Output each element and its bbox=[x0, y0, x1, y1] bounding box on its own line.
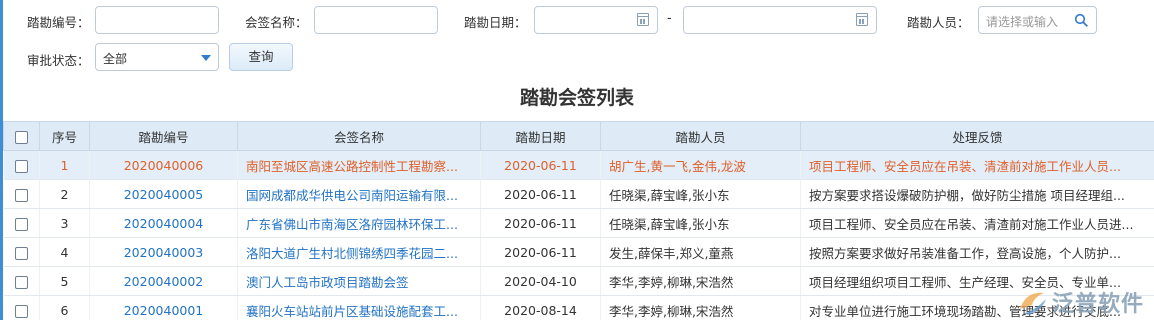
row-name-link[interactable]: 广东省佛山市南海区洛府园林环保工... bbox=[237, 208, 481, 238]
table-header-row: 序号 踏勘编号 会签名称 踏勘日期 踏勘人员 处理反馈 bbox=[3, 121, 1154, 151]
date-label: 踏勘日期： bbox=[464, 15, 527, 30]
row-checkbox-cell[interactable] bbox=[3, 208, 40, 238]
row-checkbox-cell[interactable] bbox=[3, 295, 40, 320]
search-icon[interactable] bbox=[1074, 13, 1088, 27]
row-code-link[interactable]: 2020040006 bbox=[89, 150, 238, 180]
row-date: 2020-04-10 bbox=[480, 266, 601, 296]
data-table: 序号 踏勘编号 会签名称 踏勘日期 踏勘人员 处理反馈 1 2020040006… bbox=[3, 121, 1154, 320]
row-date: 2020-06-11 bbox=[480, 150, 601, 180]
select-all-checkbox-cell[interactable] bbox=[3, 121, 40, 151]
row-no: 4 bbox=[39, 237, 90, 267]
row-name-link[interactable]: 澳门人工岛市政项目踏勘会签 bbox=[237, 266, 481, 296]
row-checkbox-cell[interactable] bbox=[3, 266, 40, 296]
code-input[interactable] bbox=[95, 6, 219, 34]
col-header-name: 会签名称 bbox=[237, 121, 481, 151]
watermark-text: 泛普软件 bbox=[1051, 292, 1144, 317]
watermark: 泛普软件 bbox=[1016, 286, 1144, 318]
row-checkbox-cell[interactable] bbox=[3, 237, 40, 267]
table-row[interactable]: 1 2020040006 南阳至城区高速公路控制性工程勘察... 2020-06… bbox=[3, 150, 1154, 180]
row-checkbox-cell[interactable] bbox=[3, 150, 40, 180]
row-no: 3 bbox=[39, 208, 90, 238]
select-all-checkbox[interactable] bbox=[15, 130, 28, 144]
status-label: 审批状态： bbox=[27, 53, 90, 68]
row-code-link[interactable]: 2020040002 bbox=[89, 266, 238, 296]
row-checkbox[interactable] bbox=[14, 188, 28, 202]
row-code-link[interactable]: 2020040004 bbox=[89, 208, 238, 238]
table-row[interactable]: 3 2020040004 广东省佛山市南海区洛府园林环保工... 2020-06… bbox=[3, 208, 1154, 238]
calendar-icon[interactable] bbox=[637, 13, 649, 26]
row-date: 2020-08-14 bbox=[480, 295, 601, 320]
chevron-down-icon[interactable] bbox=[201, 55, 211, 61]
table-row[interactable]: 2 2020040005 国网成都成华供电公司南阳运输有限... 2020-06… bbox=[3, 179, 1154, 209]
row-code-link[interactable]: 2020040005 bbox=[89, 179, 238, 209]
status-value: 全部 bbox=[103, 52, 128, 66]
row-feedback: 按照方案要求做好吊装准备工作，登高设施，个人防护... bbox=[800, 237, 1154, 267]
date-start-input[interactable] bbox=[534, 6, 658, 34]
row-no: 1 bbox=[39, 150, 90, 180]
row-name-link[interactable]: 襄阳火车站站前片区基础设施配套工... bbox=[237, 295, 481, 320]
query-button[interactable]: 查询 bbox=[229, 43, 293, 71]
row-name-link[interactable]: 洛阳大道广生村北侧锦绣四季花园二... bbox=[237, 237, 481, 267]
row-date: 2020-06-11 bbox=[480, 179, 601, 209]
calendar-icon[interactable] bbox=[856, 13, 868, 26]
col-header-no: 序号 bbox=[39, 121, 90, 151]
date-separator: - bbox=[667, 11, 672, 26]
table-row[interactable]: 6 2020040001 襄阳火车站站前片区基础设施配套工... 2020-08… bbox=[3, 295, 1154, 320]
row-date: 2020-06-11 bbox=[480, 208, 601, 238]
row-persons: 发生,薛保丰,郑义,童燕 bbox=[600, 237, 801, 267]
row-code-link[interactable]: 2020040003 bbox=[89, 237, 238, 267]
row-checkbox[interactable] bbox=[14, 304, 28, 318]
row-code-link[interactable]: 2020040001 bbox=[89, 295, 238, 320]
row-persons: 任晓渠,薛宝峰,张小东 bbox=[600, 179, 801, 209]
row-checkbox[interactable] bbox=[14, 159, 28, 173]
row-feedback: 按方案要求搭设爆破防护棚，做好防尘措施 项目经理组... bbox=[800, 179, 1154, 209]
person-input[interactable]: 请选择或输入 bbox=[978, 6, 1097, 34]
row-no: 6 bbox=[39, 295, 90, 320]
row-persons: 胡广生,黄一飞,金伟,龙波 bbox=[600, 150, 801, 180]
col-header-date: 踏勘日期 bbox=[480, 121, 601, 151]
row-persons: 任晓渠,薛宝峰,张小东 bbox=[600, 208, 801, 238]
row-no: 2 bbox=[39, 179, 90, 209]
table-row[interactable]: 4 2020040003 洛阳大道广生村北侧锦绣四季花园二... 2020-06… bbox=[3, 237, 1154, 267]
row-checkbox-cell[interactable] bbox=[3, 179, 40, 209]
row-checkbox[interactable] bbox=[14, 217, 28, 231]
row-checkbox[interactable] bbox=[14, 275, 28, 289]
row-persons: 李华,李婷,柳琳,宋浩然 bbox=[600, 266, 801, 296]
person-placeholder: 请选择或输入 bbox=[986, 15, 1059, 29]
person-label: 踏勘人员： bbox=[907, 15, 970, 30]
row-persons: 李华,李婷,柳琳,宋浩然 bbox=[600, 295, 801, 320]
row-feedback: 项目工程师、安全员应在吊装、清渣前对施工作业人员... bbox=[800, 150, 1154, 180]
fanpu-logo-icon bbox=[1019, 292, 1046, 315]
table-row[interactable]: 5 2020040002 澳门人工岛市政项目踏勘会签 2020-04-10 李华… bbox=[3, 266, 1154, 296]
row-checkbox[interactable] bbox=[14, 246, 28, 260]
row-name-link[interactable]: 国网成都成华供电公司南阳运输有限... bbox=[237, 179, 481, 209]
name-label: 会签名称： bbox=[245, 15, 308, 30]
row-no: 5 bbox=[39, 266, 90, 296]
date-end-input[interactable] bbox=[683, 6, 877, 34]
row-date: 2020-06-11 bbox=[480, 237, 601, 267]
list-title: 踏勘会签列表 bbox=[519, 87, 634, 109]
code-label: 踏勘编号： bbox=[27, 15, 90, 30]
col-header-feedback: 处理反馈 bbox=[800, 121, 1154, 151]
row-name-link[interactable]: 南阳至城区高速公路控制性工程勘察... bbox=[237, 150, 481, 180]
col-header-persons: 踏勘人员 bbox=[600, 121, 801, 151]
status-select[interactable]: 全部 bbox=[95, 43, 219, 71]
row-feedback: 项目工程师、安全员应在吊装、清渣前对施工作业人员进... bbox=[800, 208, 1154, 238]
name-input[interactable] bbox=[314, 6, 438, 34]
col-header-code: 踏勘编号 bbox=[89, 121, 238, 151]
